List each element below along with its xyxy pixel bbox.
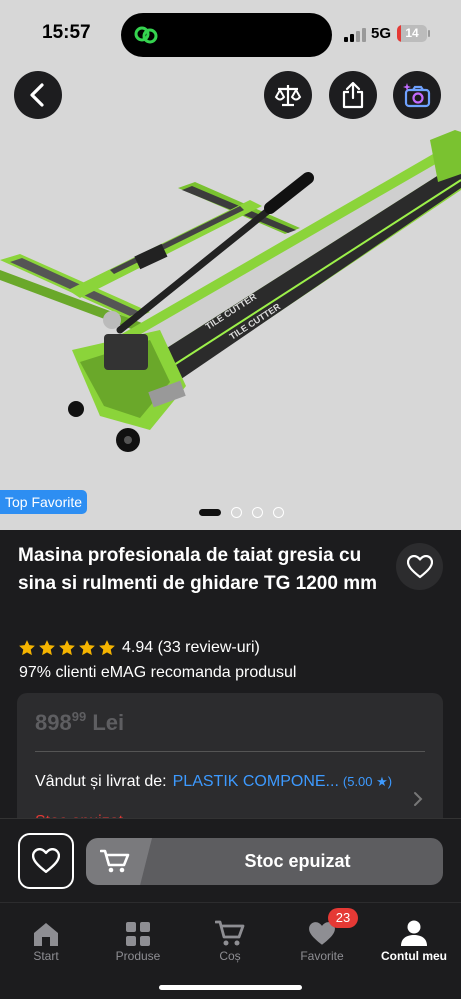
visual-search-button[interactable] xyxy=(393,71,441,119)
back-button[interactable] xyxy=(14,71,62,119)
status-bar: 15:57 5G 14 xyxy=(0,0,461,64)
battery-tip xyxy=(428,30,430,37)
share-icon xyxy=(342,81,364,109)
share-button[interactable] xyxy=(329,71,377,119)
nav-item-start[interactable]: Start xyxy=(0,917,92,963)
wishlist-button[interactable] xyxy=(18,833,74,889)
price-currency: Lei xyxy=(92,710,125,735)
rating-stars xyxy=(18,639,116,657)
nav-label: Coș xyxy=(219,949,241,963)
seller-rating: (5.00 ★) xyxy=(342,774,393,789)
offer-card: 89899 Lei Vândut și livrat de: PLASTIK C… xyxy=(17,693,443,833)
chevron-right-icon[interactable] xyxy=(413,791,423,807)
favorites-count-badge: 23 xyxy=(328,908,358,928)
cart-icon xyxy=(215,920,245,946)
add-to-favorites-button[interactable] xyxy=(396,543,443,590)
nav-label: Produse xyxy=(115,949,161,963)
home-icon xyxy=(34,923,58,946)
seller-row[interactable]: Vândut și livrat de: PLASTIK COMPONE... … xyxy=(35,773,392,791)
battery-label: 14 xyxy=(405,26,419,40)
user-icon xyxy=(401,920,427,946)
divider xyxy=(35,751,425,752)
balance-scale-icon xyxy=(274,85,302,107)
nav-item-contul-meu[interactable]: Contul meu xyxy=(368,917,460,963)
pagination-dot[interactable] xyxy=(231,507,242,518)
dynamic-island xyxy=(121,13,332,57)
camera-sparkle-icon xyxy=(403,83,431,108)
star-icon xyxy=(39,640,55,656)
pagination-dot[interactable] xyxy=(273,507,284,518)
price-main: 898 xyxy=(35,710,72,735)
pagination-dot[interactable] xyxy=(252,507,263,518)
signal-icon xyxy=(344,28,366,42)
nav-item-favorite[interactable]: Favorite 23 xyxy=(276,908,368,963)
compare-button[interactable] xyxy=(264,71,312,119)
star-icon xyxy=(99,640,115,656)
nav-label: Favorite xyxy=(300,949,344,963)
grid-icon xyxy=(126,922,150,946)
product-rating[interactable]: 4.94 (33 review-uri) xyxy=(18,639,260,657)
seller-name-link[interactable]: PLASTIK COMPONE... xyxy=(173,773,339,791)
price-cents: 99 xyxy=(71,709,87,724)
network-label: 5G xyxy=(371,25,392,42)
star-icon xyxy=(19,640,35,656)
price: 89899 Lei xyxy=(35,709,124,736)
product-title: Masina profesionala de taiat gresia cu s… xyxy=(18,545,378,594)
cta-label: Stoc epuizat xyxy=(244,851,351,871)
battery-icon: 14 xyxy=(397,25,427,42)
chevron-left-icon xyxy=(30,83,44,107)
pagination-dot[interactable] xyxy=(199,509,221,516)
star-icon xyxy=(59,640,75,656)
nav-label: Start xyxy=(33,949,59,963)
heart-icon xyxy=(32,848,60,873)
nav-item-cos[interactable]: Coș xyxy=(184,917,276,963)
cart-icon xyxy=(100,849,130,873)
seller-label: Vândut și livrat de: xyxy=(35,773,167,790)
top-favorite-badge: Top Favorite xyxy=(0,490,88,514)
star-icon xyxy=(79,640,95,656)
status-time: 15:57 xyxy=(42,22,91,43)
home-indicator xyxy=(159,985,302,990)
link-rings-icon xyxy=(134,26,158,44)
add-to-cart-button[interactable]: Stoc epuizat xyxy=(86,838,443,885)
heart-icon xyxy=(406,554,433,578)
gallery-pagination[interactable] xyxy=(199,507,284,518)
review-count[interactable]: (33 review-uri) xyxy=(158,639,260,657)
product-gallery[interactable]: 15:57 5G 14 TILE CUTTER TILE CUTTER Top … xyxy=(0,0,461,530)
nav-item-produse[interactable]: Produse xyxy=(92,917,184,963)
action-bar: Stoc epuizat xyxy=(0,818,461,902)
recommendation-text: 97% clienti eMAG recomanda produsul xyxy=(19,664,297,681)
product-image: TILE CUTTER TILE CUTTER xyxy=(0,130,461,452)
rating-value: 4.94 xyxy=(122,639,154,656)
nav-label: Contul meu xyxy=(381,949,447,963)
